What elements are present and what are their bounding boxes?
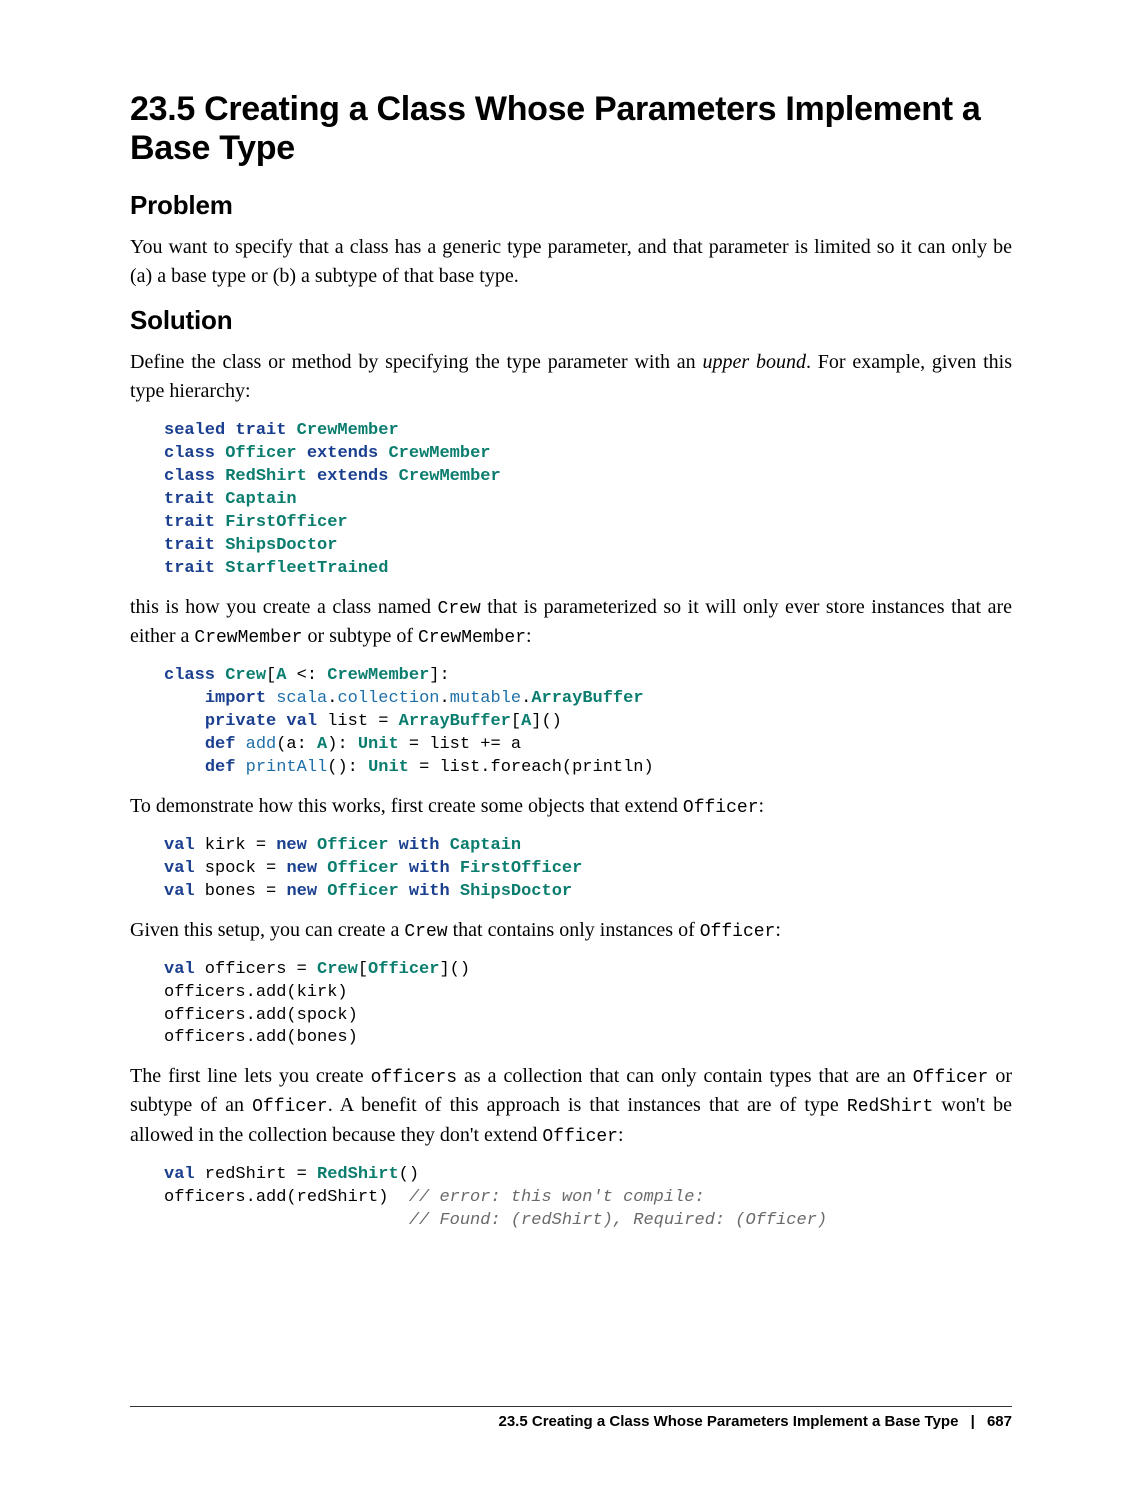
footer-title: 23.5 Creating a Class Whose Parameters I… xyxy=(499,1413,959,1430)
code-block-officers-add: val officers = Crew[Officer]() officers.… xyxy=(164,959,1012,1051)
solution-heading: Solution xyxy=(130,305,1012,336)
code-block-redshirt: val redShirt = RedShirt() officers.add(r… xyxy=(164,1164,1012,1233)
emphasis: upper bound xyxy=(702,351,805,373)
section-title: 23.5 Creating a Class Whose Parameters I… xyxy=(130,90,1012,168)
solution-intro: Define the class or method by specifying… xyxy=(130,348,1012,406)
problem-heading: Problem xyxy=(130,190,1012,221)
para-crew-class: this is how you create a class named Cre… xyxy=(130,593,1012,651)
code-block-hierarchy: sealed trait CrewMember class Officer ex… xyxy=(164,420,1012,581)
para-benefit: The first line lets you create officers … xyxy=(130,1062,1012,1149)
footer-separator: | xyxy=(963,1413,983,1430)
text: Define the class or method by specifying… xyxy=(130,351,702,373)
page-footer: 23.5 Creating a Class Whose Parameters I… xyxy=(130,1406,1012,1430)
footer-page-number: 687 xyxy=(987,1413,1012,1430)
para-demonstrate: To demonstrate how this works, first cre… xyxy=(130,792,1012,821)
para-setup: Given this setup, you can create a Crew … xyxy=(130,916,1012,945)
code-block-crew-class: class Crew[A <: CrewMember]: import scal… xyxy=(164,665,1012,780)
problem-text: You want to specify that a class has a g… xyxy=(130,233,1012,291)
code-block-officers: val kirk = new Officer with Captain val … xyxy=(164,835,1012,904)
